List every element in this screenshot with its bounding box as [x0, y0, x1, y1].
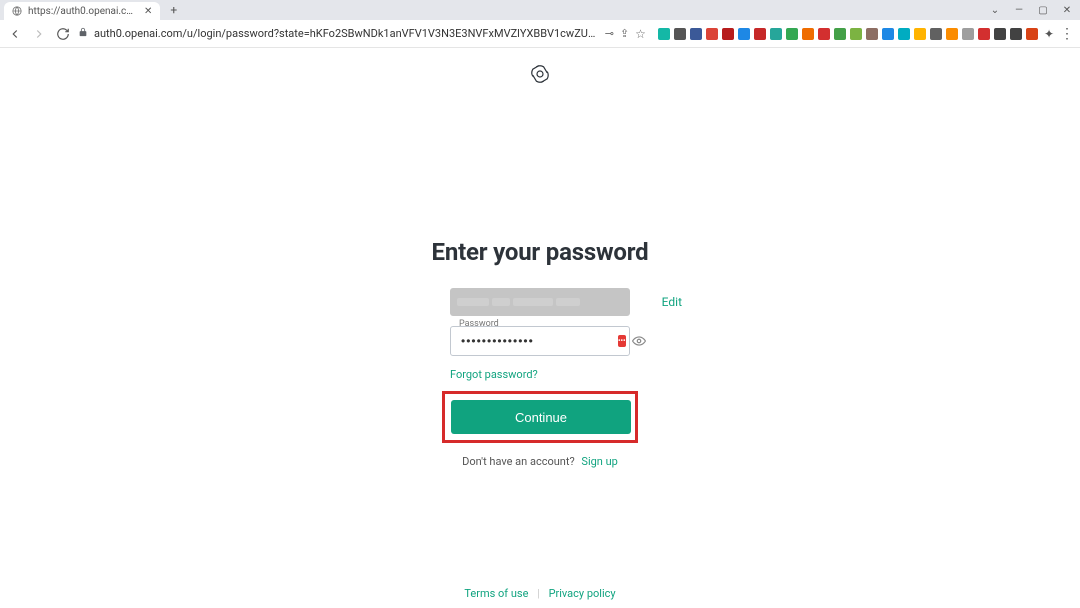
url-text: auth0.openai.com/u/login/password?state=…: [94, 27, 599, 40]
extension-icon[interactable]: [930, 28, 942, 40]
extension-icon[interactable]: [818, 28, 830, 40]
extension-icon[interactable]: [994, 28, 1006, 40]
forgot-password-link[interactable]: Forgot password?: [450, 368, 538, 381]
back-icon[interactable]: [6, 25, 24, 43]
signup-link[interactable]: Sign up: [581, 455, 617, 468]
forgot-password-row: Forgot password?: [450, 368, 630, 381]
extension-icon[interactable]: [866, 28, 878, 40]
extension-icon[interactable]: [738, 28, 750, 40]
extension-icon[interactable]: [962, 28, 974, 40]
extension-icon[interactable]: [674, 28, 686, 40]
password-manager-badge-icon[interactable]: •••: [618, 335, 626, 347]
globe-icon: [12, 6, 22, 16]
signup-row: Don't have an account? Sign up: [375, 455, 705, 468]
continue-button[interactable]: Continue: [451, 400, 631, 434]
extension-icon[interactable]: [754, 28, 766, 40]
tab-title: https://auth0.openai.com/u/log…: [28, 6, 138, 17]
close-window-icon[interactable]: ✕: [1060, 5, 1074, 16]
extension-icon[interactable]: [882, 28, 894, 40]
extension-icon[interactable]: [834, 28, 846, 40]
close-icon[interactable]: ✕: [144, 6, 152, 17]
address-bar-right: ⊸ ⇪ ☆ ✦ ⋮: [605, 26, 1074, 42]
extension-icon[interactable]: [786, 28, 798, 40]
password-field[interactable]: •••: [450, 326, 630, 356]
extension-icon[interactable]: [978, 28, 990, 40]
share-icon[interactable]: ⇪: [620, 27, 629, 40]
lock-icon: [78, 27, 88, 40]
browser-tab[interactable]: https://auth0.openai.com/u/log… ✕: [4, 2, 160, 20]
page-body: Enter your password Edit Password ••• Fo…: [0, 48, 1080, 608]
email-row: Edit: [450, 288, 630, 316]
forward-icon: [30, 25, 48, 43]
extension-icon[interactable]: [802, 28, 814, 40]
password-field-wrap: Password •••: [450, 326, 630, 356]
extension-icon[interactable]: [690, 28, 702, 40]
key-icon[interactable]: ⊸: [605, 27, 614, 40]
page-title: Enter your password: [375, 238, 705, 266]
chevron-down-icon[interactable]: ⌄: [988, 5, 1002, 16]
extension-icon[interactable]: [658, 28, 670, 40]
footer-separator: |: [537, 587, 540, 600]
extension-icon[interactable]: [706, 28, 718, 40]
extension-icon[interactable]: [770, 28, 782, 40]
login-card: Enter your password Edit Password ••• Fo…: [375, 238, 705, 468]
reload-icon[interactable]: [54, 25, 72, 43]
browser-tab-strip: https://auth0.openai.com/u/log… ✕ + ⌄ — …: [0, 0, 1080, 20]
new-tab-button[interactable]: +: [166, 3, 181, 17]
extension-icon[interactable]: [850, 28, 862, 40]
footer: Terms of use | Privacy policy: [464, 587, 615, 600]
email-display: [450, 288, 630, 316]
star-icon[interactable]: ☆: [635, 27, 646, 41]
extension-icon[interactable]: [898, 28, 910, 40]
extension-icon[interactable]: [946, 28, 958, 40]
password-input[interactable]: [459, 333, 618, 349]
extensions-bar: [658, 28, 1038, 40]
continue-highlight-box: Continue: [442, 391, 638, 443]
signup-prompt: Don't have an account?: [462, 455, 575, 468]
show-password-icon[interactable]: [632, 334, 646, 348]
window-controls: ⌄ — ▢ ✕: [988, 0, 1074, 20]
minimize-icon[interactable]: —: [1012, 5, 1026, 16]
extension-icon[interactable]: [1026, 28, 1038, 40]
url-box[interactable]: auth0.openai.com/u/login/password?state=…: [78, 27, 599, 40]
openai-logo: [528, 62, 552, 90]
menu-icon[interactable]: ⋮: [1060, 26, 1074, 42]
edit-email-link[interactable]: Edit: [662, 295, 682, 309]
terms-link[interactable]: Terms of use: [464, 587, 528, 600]
browser-address-bar: auth0.openai.com/u/login/password?state=…: [0, 20, 1080, 48]
extension-icon[interactable]: [722, 28, 734, 40]
privacy-link[interactable]: Privacy policy: [549, 587, 616, 600]
maximize-icon[interactable]: ▢: [1036, 5, 1050, 16]
extension-icon[interactable]: [1010, 28, 1022, 40]
extension-icon[interactable]: [914, 28, 926, 40]
extensions-icon[interactable]: ✦: [1044, 27, 1054, 41]
